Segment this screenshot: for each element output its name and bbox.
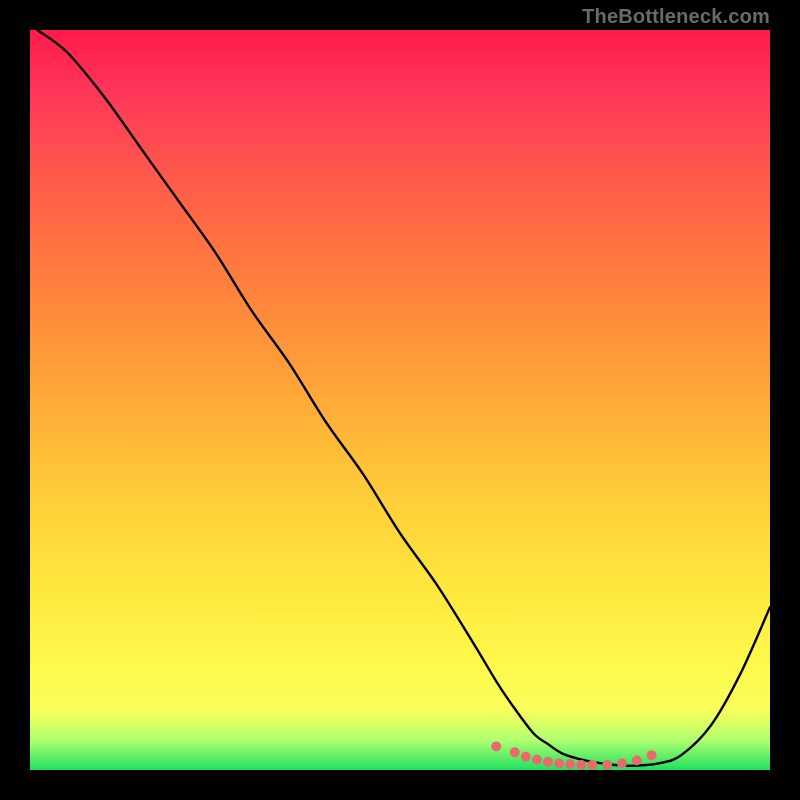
bottleneck-curve [37,30,770,766]
marker-dot [632,755,642,765]
marker-dot [602,760,612,770]
marker-dot [543,757,553,767]
marker-dot [554,758,564,768]
marker-dot [647,750,657,760]
chart-container: TheBottleneck.com [0,0,800,800]
marker-dot [617,758,627,768]
marker-dot [576,760,586,770]
watermark-text: TheBottleneck.com [582,6,770,29]
plot-area [30,30,770,770]
chart-svg [30,30,770,770]
marker-dot [565,759,575,769]
marker-dot [521,752,531,762]
marker-dot [587,760,597,770]
marker-dot [491,741,501,751]
marker-dot [510,747,520,757]
marker-dot [532,755,542,765]
